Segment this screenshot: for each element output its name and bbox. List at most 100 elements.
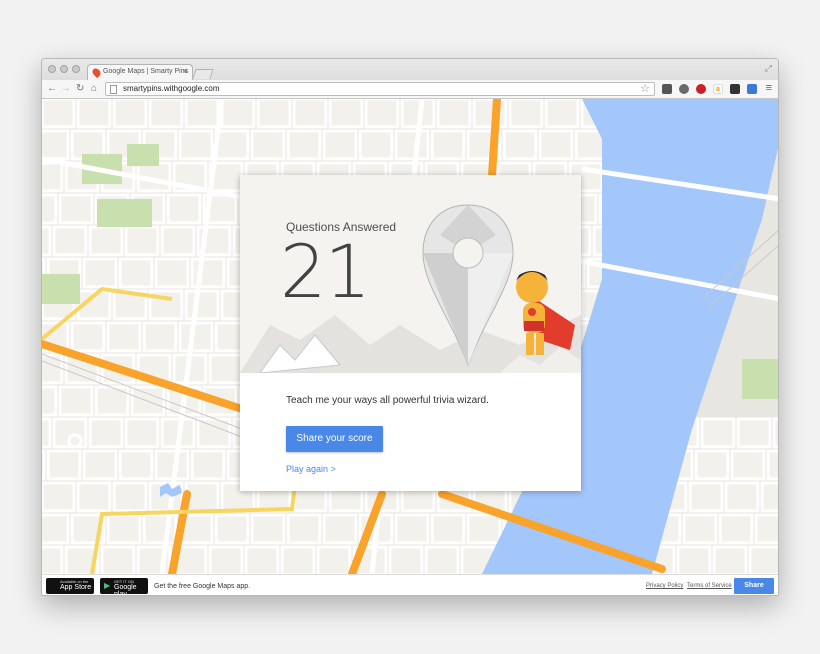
back-arrow-icon[interactable]: ←: [47, 83, 57, 94]
city-block: [280, 545, 316, 574]
fullscreen-expand-icon[interactable]: ⤢: [765, 63, 772, 74]
city-block: [46, 449, 82, 481]
browser-tab[interactable]: Google Maps | Smarty Pins ×: [87, 64, 193, 80]
bookmark-star-icon[interactable]: ☆: [640, 82, 650, 95]
city-block: [394, 129, 430, 161]
city-block: [424, 545, 460, 574]
city-block: [694, 449, 730, 481]
city-block: [322, 129, 358, 161]
map-view[interactable]: Questions Answered 21 Teach me your ways…: [42, 99, 778, 574]
city-block: [42, 99, 76, 129]
city-block: [184, 289, 220, 321]
city-block: [430, 513, 466, 545]
city-block: [676, 545, 712, 574]
park: [127, 144, 159, 166]
city-block: [244, 545, 280, 574]
city-block: [286, 129, 322, 161]
city-block: [712, 545, 748, 574]
extension-icon[interactable]: [730, 84, 740, 94]
browser-window: Google Maps | Smarty Pins × ⤢ ← → ↻ ⌂ sm…: [41, 58, 779, 596]
pinterest-icon[interactable]: [696, 84, 706, 94]
pocket-icon[interactable]: [662, 84, 672, 94]
city-block: [214, 513, 250, 545]
privacy-policy-link[interactable]: Privacy Policy: [646, 583, 683, 589]
cast-icon[interactable]: [747, 84, 757, 94]
city-block: [736, 417, 772, 449]
share-score-button[interactable]: Share your score: [286, 426, 383, 452]
city-block: [42, 545, 64, 574]
city-block: [688, 481, 724, 513]
city-block: [286, 513, 322, 545]
address-bar[interactable]: smartypins.withgoogle.com ☆: [105, 82, 655, 96]
city-block: [190, 449, 226, 481]
terms-of-service-link[interactable]: Terms of Service: [687, 583, 732, 589]
new-tab-button[interactable]: [192, 69, 214, 79]
play-again-link[interactable]: Play again >: [286, 464, 336, 474]
city-block: [82, 257, 118, 289]
home-icon[interactable]: ⌂: [91, 83, 97, 94]
city-block: [178, 129, 214, 161]
city-block: [82, 449, 118, 481]
city-block: [42, 449, 46, 481]
score-hero: Questions Answered 21: [240, 175, 581, 373]
score-card: Questions Answered 21 Teach me your ways…: [240, 175, 581, 491]
maps-pin-favicon-icon: [90, 66, 103, 79]
city-block: [118, 449, 154, 481]
city-block: [436, 99, 472, 129]
city-block: [42, 193, 58, 225]
city-block: [364, 99, 400, 129]
city-block: [760, 481, 778, 513]
city-block: [472, 99, 508, 129]
city-block: [214, 129, 250, 161]
city-block: [208, 545, 244, 574]
city-block: [388, 545, 424, 574]
city-block: [124, 225, 160, 257]
city-block: [184, 481, 220, 513]
city-block: [76, 481, 112, 513]
score-tagline: Teach me your ways all powerful trivia w…: [286, 395, 489, 406]
city-block: [220, 99, 256, 129]
tab-close-icon[interactable]: ×: [183, 66, 188, 76]
city-block: [772, 417, 778, 449]
city-block: [718, 513, 754, 545]
city-block: [178, 321, 214, 353]
app-store-badge[interactable]: Available on the App Store: [46, 578, 94, 594]
page-footer: Available on the App Store ▶ GET IT ON G…: [42, 574, 778, 595]
city-block: [358, 129, 394, 161]
city-block: [466, 513, 502, 545]
city-block: [754, 513, 778, 545]
city-block: [394, 513, 430, 545]
amazon-icon[interactable]: a: [713, 84, 723, 94]
city-block: [154, 449, 190, 481]
city-block: [538, 129, 574, 161]
city-block: [292, 99, 328, 129]
page-icon: [110, 85, 117, 94]
city-block: [682, 513, 718, 545]
questions-answered-count: 21: [280, 230, 371, 315]
url-text: smartypins.withgoogle.com: [123, 84, 220, 93]
app-store-label: App Store: [60, 584, 92, 591]
city-block: [154, 257, 190, 289]
city-block: [208, 353, 244, 385]
window-minimize-dot[interactable]: [60, 65, 68, 73]
city-block: [94, 385, 130, 417]
city-block: [142, 321, 178, 353]
city-block: [730, 449, 766, 481]
city-block: [88, 417, 124, 449]
city-block: [430, 129, 466, 161]
evernote-icon[interactable]: [679, 84, 689, 94]
window-maximize-dot[interactable]: [72, 65, 80, 73]
reload-icon[interactable]: ↻: [76, 83, 84, 94]
city-block: [42, 385, 58, 417]
google-play-icon: ▶: [104, 581, 111, 590]
google-play-badge[interactable]: ▶ GET IT ON Google play: [100, 578, 148, 595]
highway: [488, 99, 501, 179]
city-block: [88, 225, 124, 257]
share-button[interactable]: Share: [734, 578, 774, 594]
forward-arrow-icon[interactable]: →: [61, 83, 71, 94]
score-card-body: Teach me your ways all powerful trivia w…: [240, 373, 581, 491]
window-close-dot[interactable]: [48, 65, 56, 73]
city-block: [106, 321, 142, 353]
city-block: [70, 321, 106, 353]
browser-menu-icon[interactable]: ≡: [766, 82, 772, 94]
